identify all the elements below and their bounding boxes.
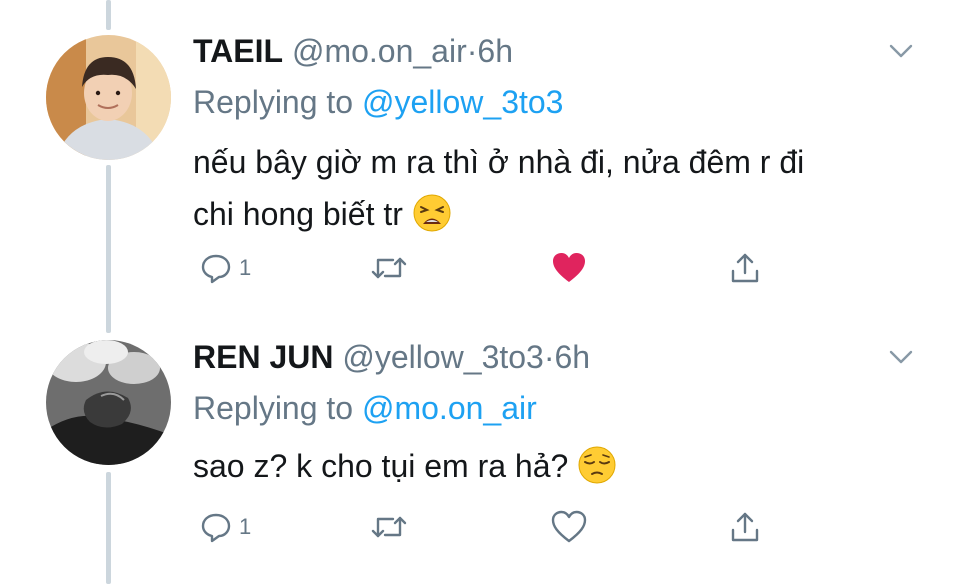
display-name[interactable]: TAEIL (193, 33, 283, 69)
tweet-actions: 1 (193, 248, 793, 288)
tweet-text: sao z? k cho tụi em ra hả? (193, 440, 913, 492)
reply-button[interactable]: 1 (199, 248, 251, 288)
chevron-down-icon[interactable] (886, 347, 916, 367)
heart-outline-icon (551, 510, 587, 543)
replying-to: Replying to @mo.on_air (193, 390, 537, 426)
tweet-header: TAEIL @mo.on_air·6h (193, 33, 513, 69)
thread-line-bottom (106, 472, 111, 584)
share-icon (731, 253, 759, 283)
heart-filled-icon (553, 253, 585, 282)
pensive-face-icon (578, 446, 616, 484)
share-icon (731, 512, 759, 542)
like-button[interactable] (551, 507, 587, 547)
retweet-button[interactable] (369, 248, 409, 288)
display-name[interactable]: REN JUN (193, 339, 333, 375)
replying-to: Replying to @yellow_3to3 (193, 84, 563, 120)
retweet-icon (371, 516, 407, 538)
like-button[interactable] (551, 248, 587, 288)
replying-prefix: Replying to (193, 390, 354, 426)
replying-prefix: Replying to (193, 84, 354, 120)
share-button[interactable] (728, 507, 762, 547)
tweet-text-line: chi hong biết tr (193, 196, 403, 232)
avatar-renjun[interactable] (46, 340, 171, 465)
mention-link[interactable]: @mo.on_air (362, 390, 537, 426)
reply-count: 1 (239, 255, 252, 280)
avatar-taeil[interactable] (46, 35, 171, 160)
reply-count: 1 (239, 514, 252, 539)
timestamp[interactable]: 6h (477, 33, 513, 69)
mention-link[interactable]: @yellow_3to3 (362, 84, 563, 120)
weary-face-icon (413, 194, 451, 232)
retweet-icon (371, 257, 407, 279)
tweet-text-line: sao z? k cho tụi em ra hả? (193, 448, 569, 484)
share-button[interactable] (728, 248, 762, 288)
timestamp[interactable]: 6h (555, 339, 591, 375)
tweet-header: REN JUN @yellow_3to3·6h (193, 339, 590, 375)
user-handle[interactable]: @mo.on_air (292, 33, 467, 69)
tweet-text: nếu bây giờ m ra thì ở nhà đi, nửa đêm r… (193, 136, 913, 240)
retweet-button[interactable] (369, 507, 409, 547)
user-handle[interactable]: @yellow_3to3 (342, 339, 543, 375)
tweet-taeil[interactable]: TAEIL @mo.on_air·6h Replying to @yellow_… (0, 0, 960, 300)
separator-dot: · (543, 339, 555, 375)
reply-icon (201, 254, 231, 284)
tweet-text-line: nếu bây giờ m ra thì ở nhà đi, nửa đêm r… (193, 144, 805, 180)
chevron-down-icon[interactable] (886, 41, 916, 61)
tweet-actions: 1 (193, 507, 793, 547)
separator-dot: · (466, 33, 478, 69)
reply-icon (201, 513, 231, 543)
reply-button[interactable]: 1 (199, 507, 251, 547)
